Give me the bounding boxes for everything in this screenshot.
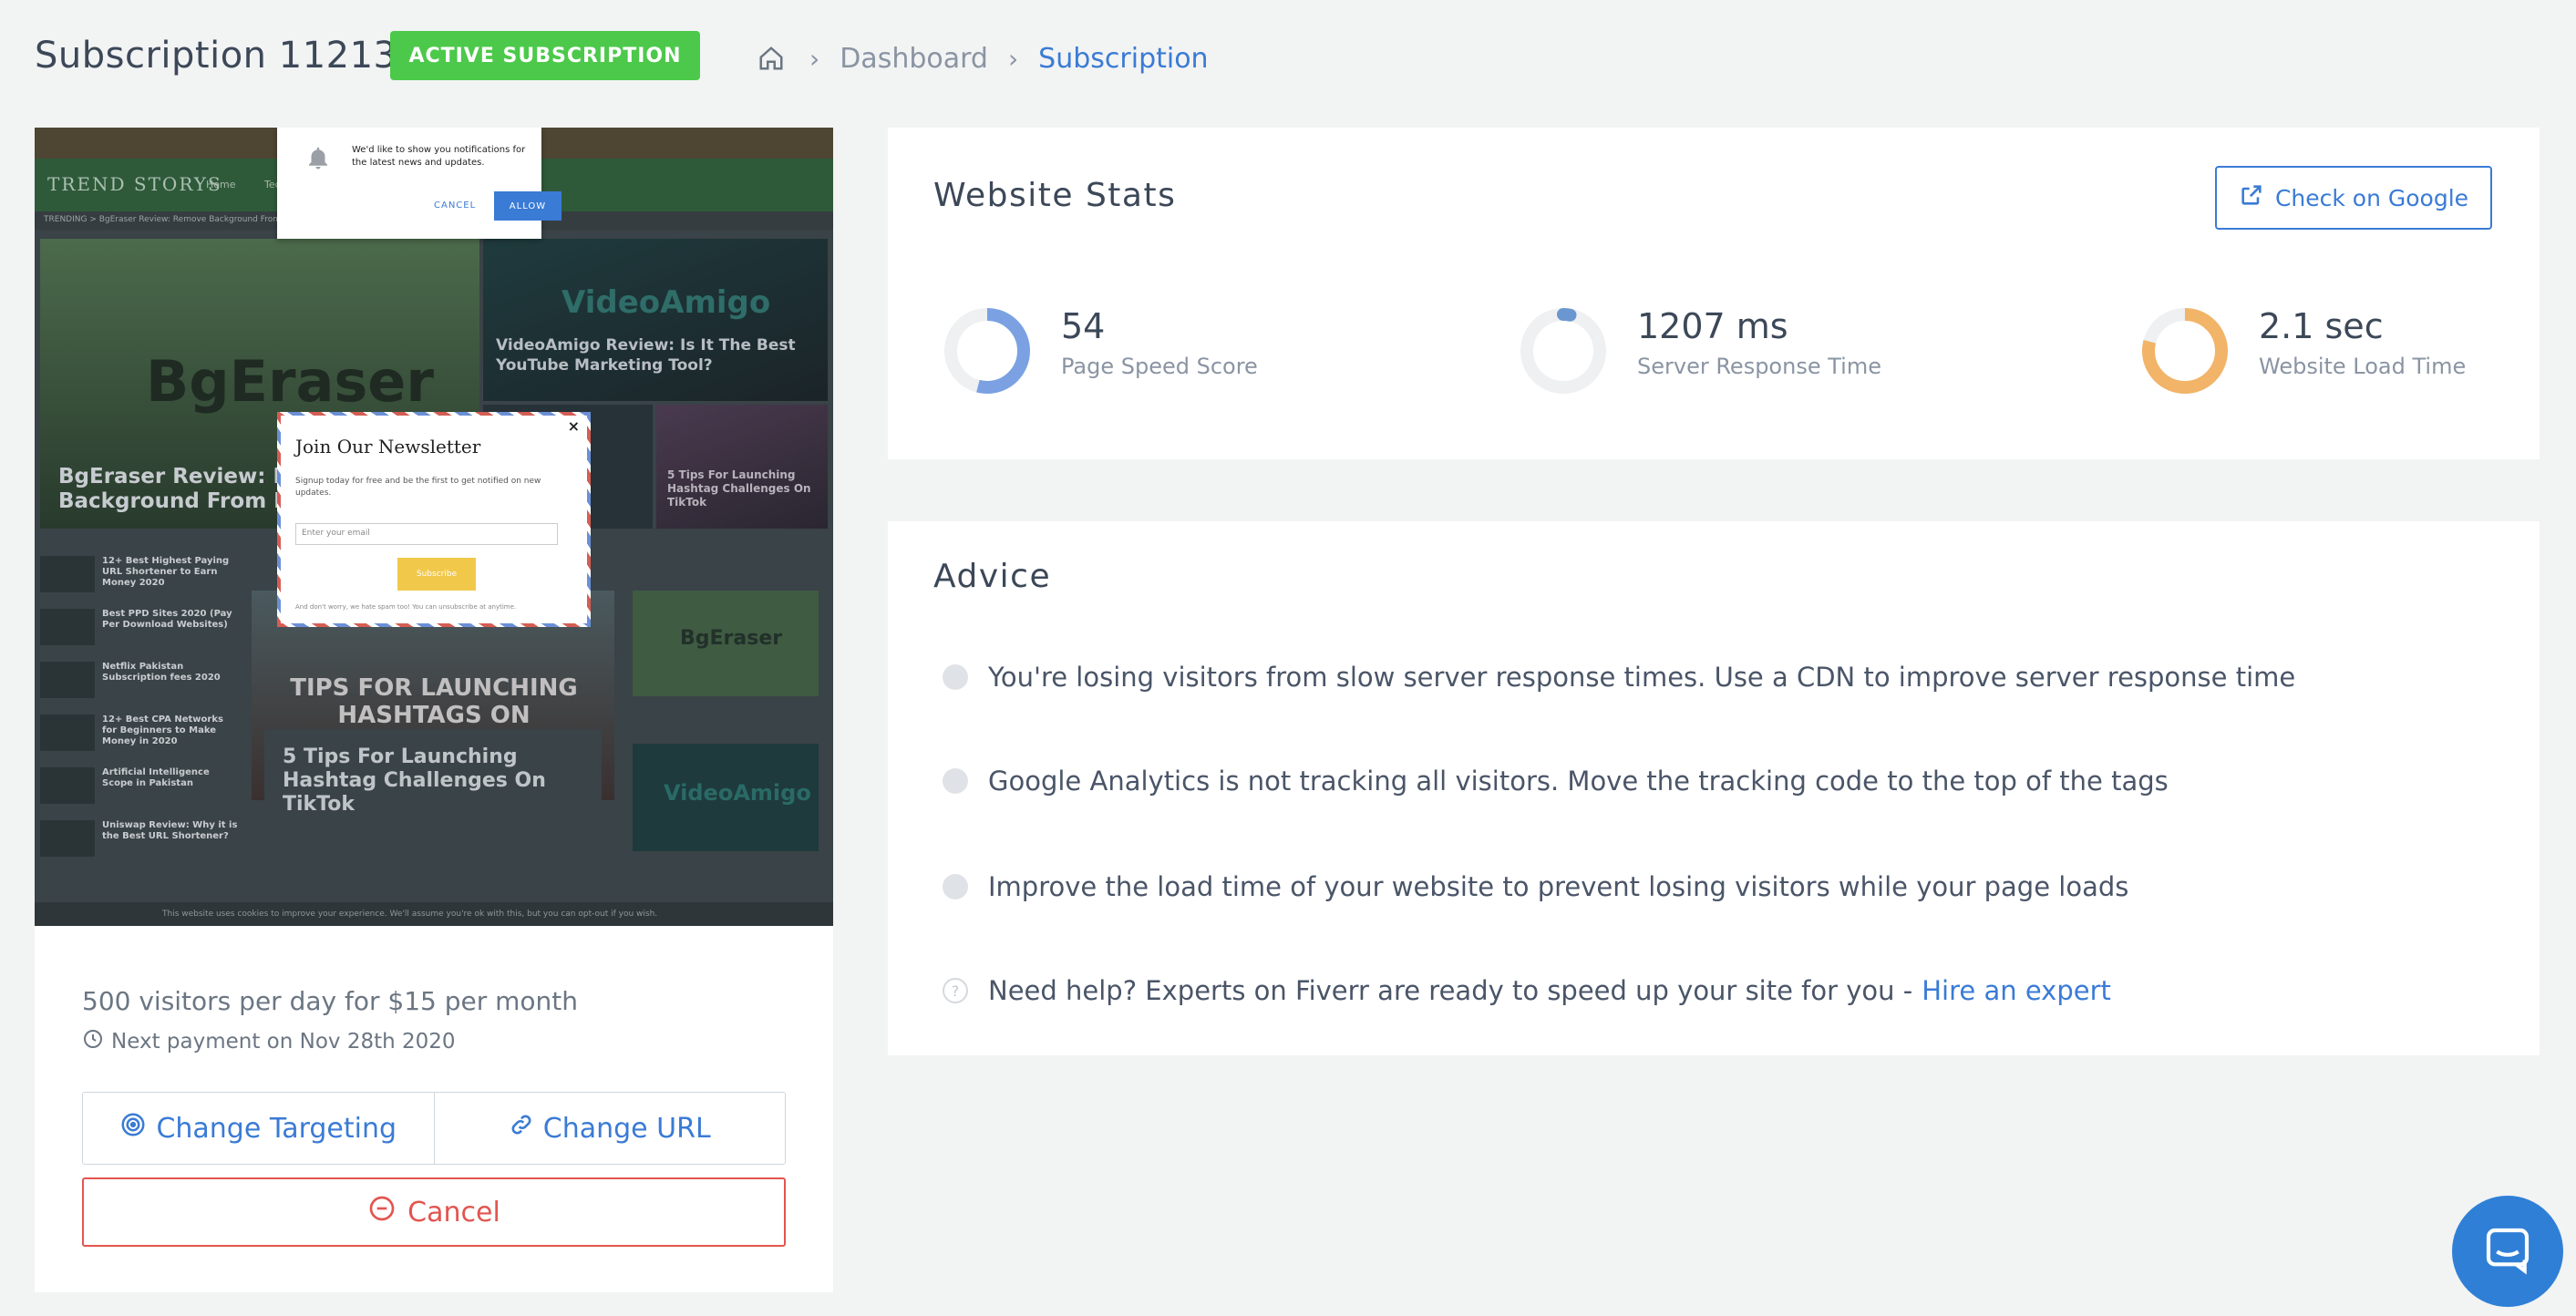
preview-notification-prompt: We'd like to show you notifications for …	[277, 128, 562, 239]
preview-right-post: BgEraser	[633, 591, 819, 696]
advice-item: Google Analytics is not tracking all vis…	[943, 766, 2169, 797]
clock-icon	[82, 1028, 104, 1055]
stat-value: 2.1 sec	[2259, 306, 2384, 346]
chevron-right-icon: ›	[809, 43, 820, 74]
list-item: Netflix Pakistan Subscription fees 2020	[40, 662, 241, 715]
list-item: Uniswap Review: Why it is the Best URL S…	[40, 820, 241, 873]
plan-summary: 500 visitors per day for $15 per month	[82, 986, 579, 1016]
check-on-google-label: Check on Google	[2274, 184, 2469, 211]
breadcrumb-dashboard[interactable]: Dashboard	[840, 43, 988, 75]
preview-newsletter-title: Join Our Newsletter	[295, 436, 481, 458]
stat-load-time: 2.1 sec Website Load Time	[2140, 306, 2466, 396]
advice-help: ? Need help? Experts on Fiverr are ready…	[943, 975, 2111, 1006]
advice-text: Google Analytics is not tracking all vis…	[988, 766, 2169, 797]
preview-notification-message: We'd like to show you notifications for …	[352, 145, 526, 168]
page-title: Subscription 11213	[35, 35, 397, 77]
website-stats-card: Website Stats Check on Google 54 Page Sp…	[888, 128, 2540, 459]
next-payment: Next payment on Nov 28th 2020	[82, 1028, 456, 1055]
chat-icon	[2482, 1224, 2533, 1279]
advice-text: You're losing visitors from slow server …	[988, 662, 2296, 693]
website-screenshot: TREND STORYS Home Tec How To Blog TRENDI…	[35, 128, 833, 926]
cancel-subscription-button[interactable]: Cancel	[82, 1177, 786, 1247]
advice-help-text: Need help? Experts on Fiverr are ready t…	[988, 975, 1913, 1006]
preview-notification-allow: ALLOW	[494, 191, 562, 221]
list-item: 12+ Best CPA Networks for Beginners to M…	[40, 715, 241, 767]
external-link-icon	[2239, 182, 2264, 213]
preview-right-post2-brand: VideoAmigo	[664, 780, 811, 806]
list-item: Artificial Intelligence Scope in Pakista…	[40, 767, 241, 820]
preview-list: 12+ Best Highest Paying URL Shortener to…	[40, 556, 241, 873]
change-targeting-label: Change Targeting	[156, 1112, 397, 1145]
stat-label: Server Response Time	[1637, 354, 1881, 379]
breadcrumb-subscription[interactable]: Subscription	[1038, 43, 1208, 75]
stat-value: 1207 ms	[1637, 306, 1788, 346]
minus-circle-icon	[367, 1194, 397, 1230]
advice-card: Advice You're losing visitors from slow …	[888, 521, 2540, 1055]
list-item: Best PPD Sites 2020 (Pay Per Download We…	[40, 609, 241, 662]
list-item: 12+ Best Highest Paying URL Shortener to…	[40, 556, 241, 609]
check-on-google-button[interactable]: Check on Google	[2215, 166, 2492, 230]
change-url-button[interactable]: Change URL	[433, 1093, 786, 1164]
preview-notification-cancel: CANCEL	[434, 200, 477, 211]
home-icon[interactable]	[753, 40, 789, 77]
status-dot-icon	[943, 874, 968, 900]
preview-right-post-brand: BgEraser	[680, 627, 783, 650]
preview-center-title: 5 Tips For Launching Hashtag Challenges …	[283, 745, 546, 816]
preview-featured-brand: BgEraser	[146, 348, 434, 415]
status-badge: ACTIVE SUBSCRIPTION	[390, 31, 700, 80]
preview-newsletter-button: Subscribe	[397, 558, 476, 591]
preview-right-post: VideoAmigo	[633, 744, 819, 851]
stat-label: Page Speed Score	[1061, 354, 1258, 379]
target-icon	[119, 1111, 147, 1146]
close-icon: ×	[567, 417, 580, 435]
bell-icon	[304, 144, 332, 171]
status-dot-icon	[943, 768, 968, 794]
cancel-label: Cancel	[407, 1196, 500, 1229]
status-dot-icon	[943, 664, 968, 690]
question-icon: ?	[943, 978, 968, 1003]
preview-featured-small-title: 5 Tips For Launching Hashtag Challenges …	[667, 468, 811, 509]
chat-launcher-button[interactable]	[2452, 1196, 2563, 1307]
change-url-label: Change URL	[542, 1112, 711, 1145]
donut-chart	[1520, 308, 1606, 394]
preview-newsletter-email: Enter your email	[295, 523, 558, 545]
advice-item: You're losing visitors from slow server …	[943, 662, 2295, 693]
donut-chart	[2142, 308, 2228, 394]
preview-newsletter-description: Signup today for free and be the first t…	[295, 477, 541, 498]
breadcrumb: › Dashboard › Subscription	[753, 36, 1209, 80]
stat-label: Website Load Time	[2259, 354, 2467, 379]
website-stats-title: Website Stats	[933, 177, 1177, 214]
donut-chart	[944, 308, 1030, 394]
preview-cookie-bar: This website uses cookies to improve you…	[35, 902, 833, 926]
hire-expert-link[interactable]: Hire an expert	[1922, 975, 2111, 1006]
stat-value: 54	[1061, 306, 1106, 346]
chevron-right-icon: ›	[1007, 43, 1019, 74]
link-icon	[509, 1112, 534, 1145]
preview-center-card: 5 Tips For Launching Hashtag Challenges …	[264, 729, 602, 816]
stat-server-response: 1207 ms Server Response Time	[1519, 306, 1881, 396]
advice-text: Improve the load time of your website to…	[988, 871, 2129, 902]
subscription-card: TREND STORYS Home Tec How To Blog TRENDI…	[35, 128, 833, 1292]
preview-featured-right: VideoAmigo VideoAmigo Review: Is It The …	[483, 239, 828, 401]
plan-actions: Change Targeting Change URL	[82, 1092, 786, 1165]
preview-logo: TREND STORYS	[47, 173, 222, 195]
preview-featured-small: 5 Tips For Launching Hashtag Challenges …	[656, 405, 828, 529]
preview-newsletter-popup: Join Our Newsletter × Signup today for f…	[277, 412, 591, 627]
next-payment-text: Next payment on Nov 28th 2020	[111, 1030, 456, 1054]
preview-featured-right-title: VideoAmigo Review: Is It The Best YouTub…	[496, 336, 796, 375]
change-targeting-button[interactable]: Change Targeting	[83, 1093, 434, 1164]
advice-item: Improve the load time of your website to…	[943, 871, 2128, 902]
preview-featured-right-brand: VideoAmigo	[562, 284, 771, 321]
advice-title: Advice	[933, 558, 1052, 595]
preview-newsletter-footer: And don't worry, we hate spam too! You c…	[295, 603, 517, 611]
stat-page-speed: 54 Page Speed Score	[943, 306, 1258, 396]
